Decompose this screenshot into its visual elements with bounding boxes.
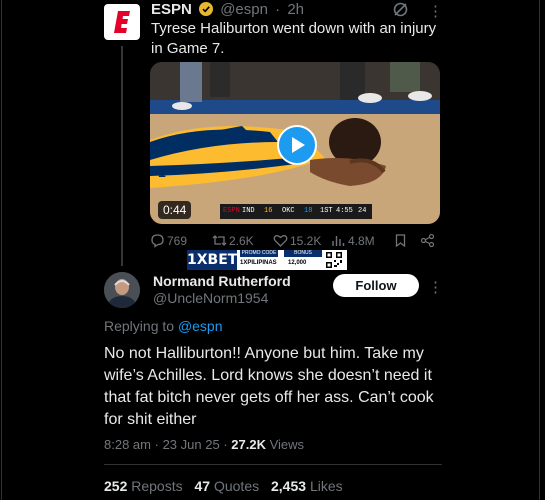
ad-promo-code: 1XPILIPINAS — [240, 260, 277, 266]
scorebug-team-a: IND — [242, 207, 255, 215]
ad-bonus-label: BONUS — [284, 250, 322, 257]
verified-badge-icon — [199, 2, 214, 16]
screen: ESPN @espn · 2h ⋮ Tyrese Haliburton went… — [0, 0, 545, 500]
likes-count: 2,453 — [271, 478, 307, 494]
quotes-label: Quotes — [213, 478, 260, 494]
reposts-stat[interactable]: 252 Reposts — [104, 478, 187, 494]
author-name[interactable]: ESPN — [151, 1, 192, 18]
repost-count: 2.6K — [229, 233, 254, 248]
reposts-label: Reposts — [131, 478, 183, 494]
scorebug-score-b: 18 — [304, 207, 313, 215]
reposts-count: 252 — [104, 478, 128, 494]
share-action[interactable] — [420, 233, 437, 248]
likes-stat[interactable]: 2,453 Likes — [271, 478, 343, 494]
ad-banner[interactable]: 1XBET PROMO CODE BONUS 1XPILIPINAS 12,00… — [187, 250, 347, 270]
ad-promo-label: PROMO CODE — [240, 250, 278, 257]
author-handle[interactable]: @espn — [220, 1, 268, 18]
tweet-actions: 769 2.6K 15.2K 4.8M — [150, 233, 440, 251]
reply-author-name[interactable]: Normand Rutherford — [153, 273, 291, 289]
grok-icon[interactable] — [392, 1, 409, 18]
espn-avatar[interactable] — [104, 4, 140, 40]
reply-icon — [151, 234, 164, 248]
video-duration: 0:44 — [158, 201, 192, 219]
ad-promo-block: PROMO CODE BONUS 1XPILIPINAS 12,000 — [240, 250, 322, 270]
quotes-stat[interactable]: 47 Quotes — [195, 478, 264, 494]
views-chart-icon — [332, 236, 345, 246]
repost-icon — [212, 235, 227, 246]
user-avatar[interactable] — [104, 272, 140, 308]
tweet-header: ESPN @espn · 2h — [151, 1, 304, 18]
engagement-stats: 252 Reposts 47 Quotes 2,453 Likes — [104, 478, 351, 494]
separator-dot: · — [275, 1, 281, 18]
stats-divider — [104, 464, 442, 465]
reply-views-label: Views — [269, 437, 305, 452]
reply-author-handle[interactable]: @UncleNorm1954 — [153, 290, 268, 306]
scorebug: ESPN IND 16 OKC 18 1ST 4:55 24 — [220, 204, 372, 219]
quotes-count: 47 — [194, 478, 211, 494]
scorebug-team-b: OKC — [282, 207, 295, 215]
thread-connector — [121, 46, 123, 266]
heart-icon — [273, 235, 288, 247]
share-icon — [420, 233, 435, 248]
like-count: 15.2K — [290, 233, 322, 248]
scorebug-shot-clock: 24 — [358, 207, 367, 215]
espn-logo-icon — [114, 11, 130, 33]
tweet-time[interactable]: 2h — [287, 1, 304, 18]
user-avatar-image — [104, 272, 140, 308]
reply-count: 769 — [167, 233, 188, 248]
qr-code-icon — [325, 251, 343, 269]
scorebug-score-a: 16 — [264, 207, 273, 215]
reply-date[interactable]: 23 Jun 25 — [163, 437, 220, 452]
bookmark-action[interactable] — [393, 233, 410, 248]
reply-time[interactable]: 8:28 am — [104, 437, 151, 452]
right-border — [539, 0, 540, 500]
ad-bonus-amount: 12,000 — [288, 260, 307, 266]
reply-more-options-icon[interactable]: ⋮ — [428, 278, 443, 296]
replying-to: Replying to @espn — [104, 318, 223, 334]
reply-text: No not Halliburton!! Anyone but him. Tak… — [104, 345, 434, 428]
svg-text:1: 1 — [158, 164, 166, 180]
more-options-icon[interactable]: ⋮ — [428, 2, 443, 20]
meta-dot-2: · — [223, 437, 228, 452]
left-border — [1, 0, 2, 500]
meta-dot-1: · — [154, 437, 159, 452]
reply-action[interactable]: 769 — [150, 233, 187, 248]
scorebug-network: ESPN — [223, 207, 240, 215]
likes-label: Likes — [309, 478, 343, 494]
ad-brand-logo: 1XBET — [187, 250, 238, 270]
scorebug-quarter: 1ST — [320, 207, 333, 215]
reply-meta: 8:28 am · 23 Jun 25 · 27.2K Views — [104, 437, 304, 452]
views-count: 4.8M — [348, 233, 375, 248]
follow-button[interactable]: Follow — [333, 274, 419, 297]
tweet-text: Tyrese Haliburton went down with an inju… — [151, 20, 437, 57]
play-icon — [292, 137, 305, 153]
repost-action[interactable]: 2.6K — [212, 233, 254, 248]
play-button[interactable] — [277, 125, 317, 165]
replying-prefix: Replying to — [104, 318, 175, 334]
views-action[interactable]: 4.8M — [331, 233, 375, 248]
reply-views-count: 27.2K — [231, 437, 266, 452]
like-action[interactable]: 15.2K — [273, 233, 321, 248]
bookmark-icon — [395, 234, 406, 248]
replying-mention-link[interactable]: @espn — [178, 318, 223, 334]
video-player[interactable]: 1 0:44 ESPN IND 16 OKC 18 1ST 4:55 24 — [150, 62, 440, 224]
scorebug-clock: 4:55 — [336, 207, 353, 215]
